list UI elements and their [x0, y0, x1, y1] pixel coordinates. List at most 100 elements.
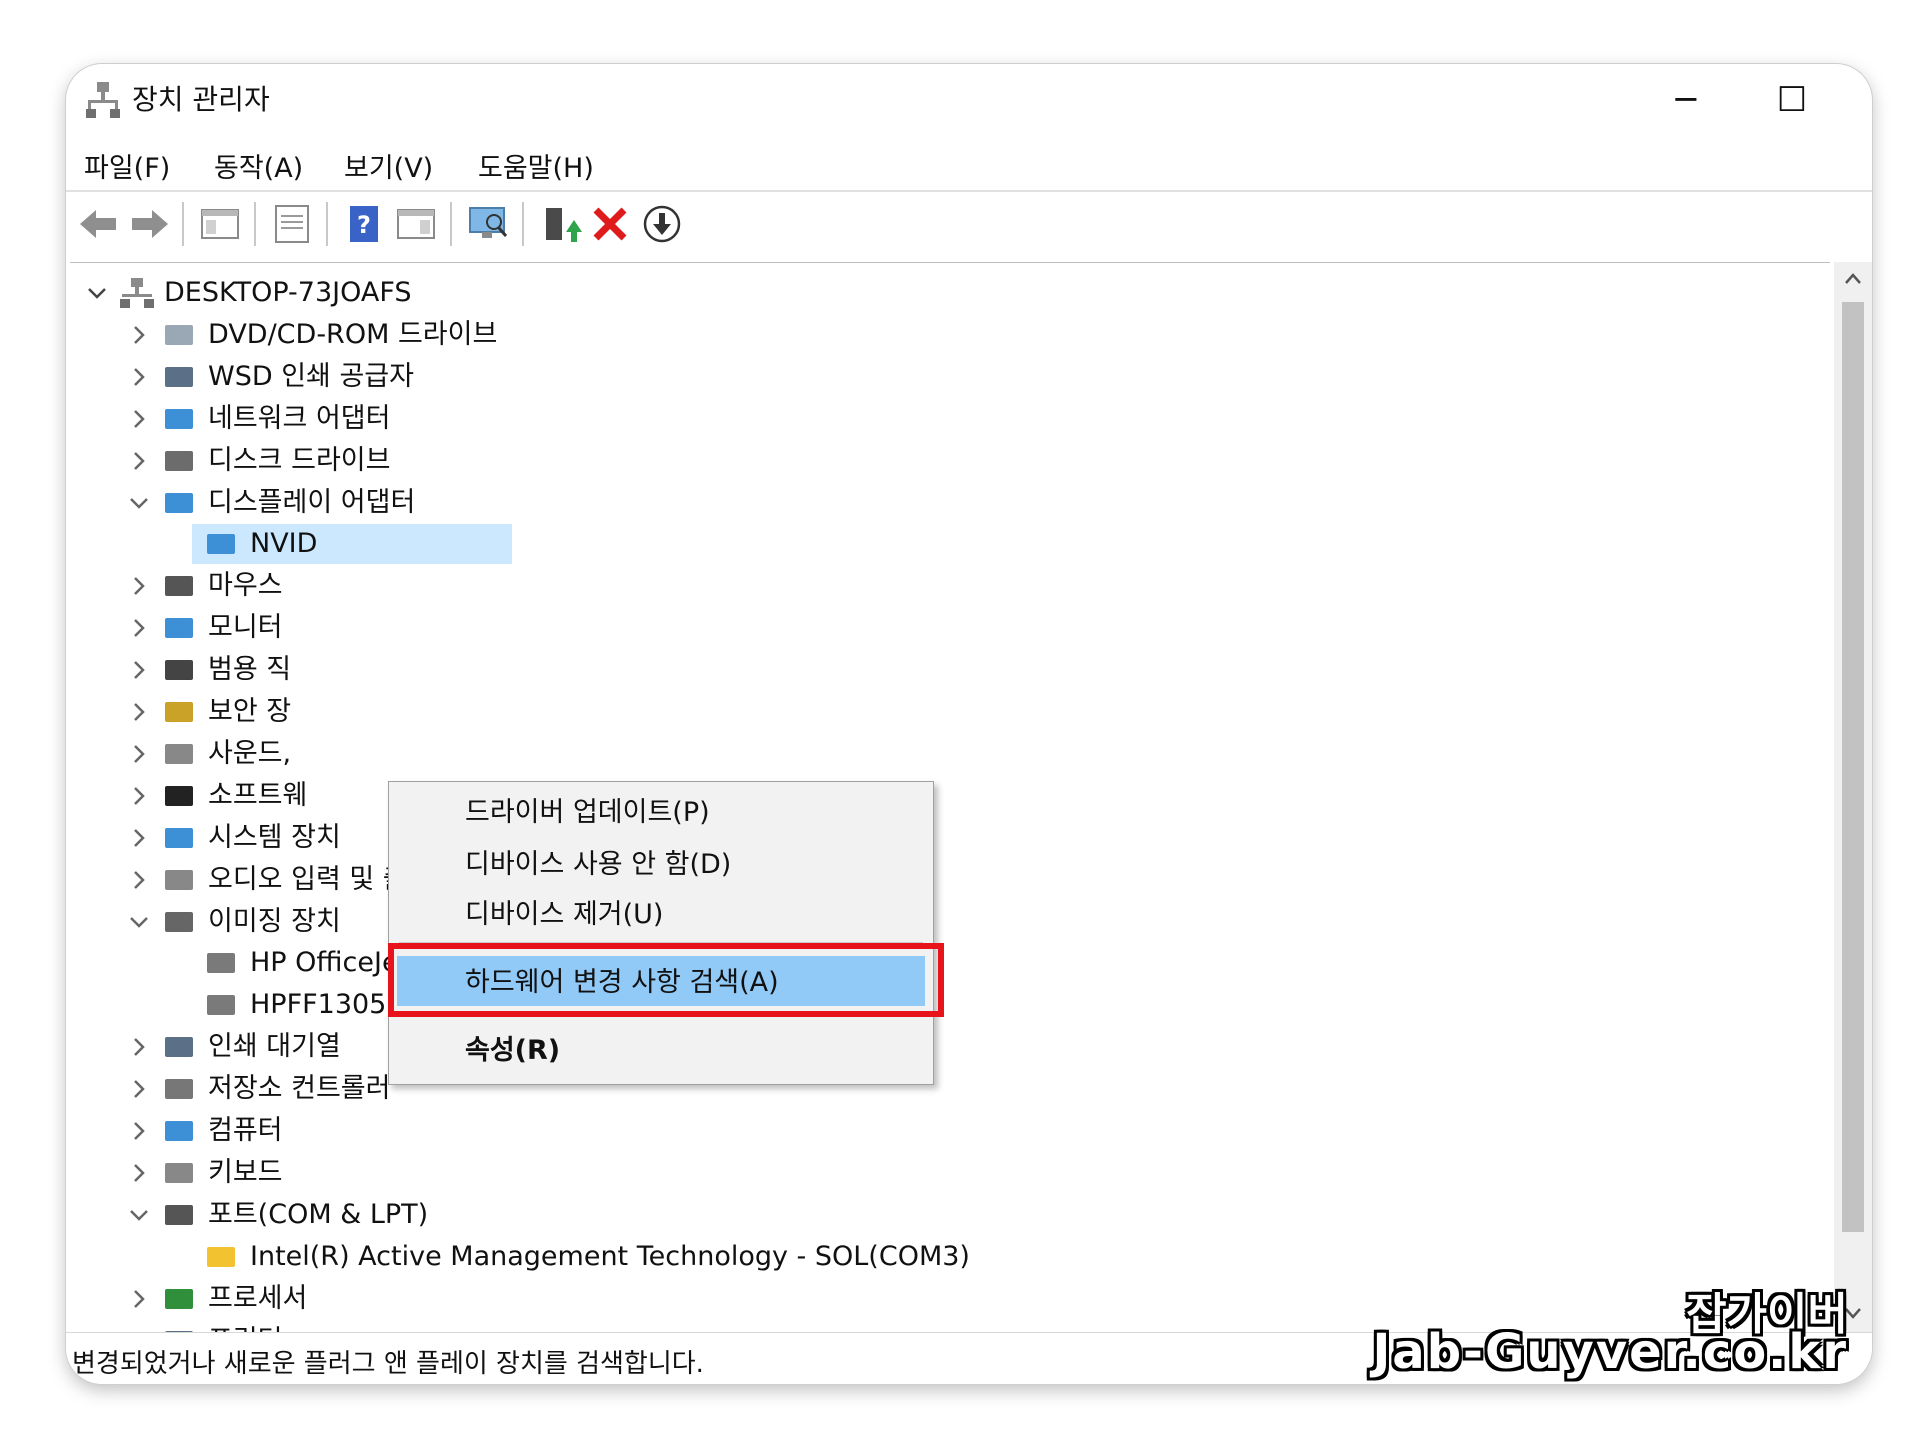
chevron-right-icon[interactable] — [128, 869, 150, 891]
tree-category[interactable]: 보안 장 — [80, 692, 780, 732]
scan-hardware-icon[interactable] — [466, 202, 510, 246]
annotation-red-box — [388, 943, 944, 1017]
back-arrow-icon[interactable] — [76, 202, 120, 246]
tree-category[interactable]: 범용 직 — [80, 650, 780, 690]
watermark-url: Jab-Guyver.co.kr — [1372, 1324, 1848, 1380]
chevron-right-icon[interactable] — [128, 617, 150, 639]
context-menu: 드라이버 업데이트(P) 디바이스 사용 안 함(D) 디바이스 제거(U) 하… — [388, 781, 934, 1085]
selected-row-highlight — [192, 524, 512, 565]
tree-category[interactable]: 모니터 — [80, 608, 780, 648]
device-category-icon — [165, 660, 193, 681]
device-icon — [207, 953, 235, 974]
chevron-right-icon[interactable] — [128, 1120, 150, 1142]
tree-category-label: 마우스 — [208, 570, 283, 602]
chevron-right-icon[interactable] — [128, 575, 150, 597]
svg-text:?: ? — [357, 211, 371, 239]
close-button[interactable]: ✕ — [1868, 76, 1872, 124]
device-manager-window: 장치 관리자 ─ ☐ ✕ 파일(F) 동작(A) 보기(V) 도움말(H) — [66, 64, 1872, 1384]
menu-action[interactable]: 동작(A) — [214, 146, 303, 185]
tree-device-label: Intel(R) Active Management Technology - … — [250, 1240, 970, 1272]
tree-category[interactable]: 포트(COM & LPT) — [80, 1195, 780, 1235]
chevron-right-icon[interactable] — [128, 1162, 150, 1184]
tree-category-label: 프로세서 — [208, 1282, 308, 1314]
forward-arrow-icon[interactable] — [128, 202, 172, 246]
chevron-right-icon[interactable] — [128, 785, 150, 807]
device-icon — [207, 534, 235, 555]
chevron-right-icon[interactable] — [128, 1078, 150, 1100]
menu-view[interactable]: 보기(V) — [344, 146, 433, 185]
show-hide-console-tree-icon[interactable] — [198, 202, 242, 246]
tree-device[interactable]: Intel(R) Active Management Technology - … — [80, 1237, 980, 1277]
minimize-button[interactable]: ─ — [1656, 76, 1716, 124]
tree-category-label: DVD/CD-ROM 드라이브 — [208, 318, 498, 350]
device-category-icon — [165, 785, 193, 806]
tree-category[interactable]: 디스플레이 어댑터 — [80, 483, 780, 523]
device-category-icon — [165, 827, 193, 848]
device-category-icon — [165, 1079, 193, 1100]
computer-tree-icon — [120, 278, 154, 308]
tree-root[interactable]: DESKTOP-73JOAFS — [80, 273, 780, 313]
help-icon[interactable]: ? — [342, 202, 386, 246]
tree-category[interactable]: 네트워크 어댑터 — [80, 399, 780, 439]
tree-category-label: WSD 인쇄 공급자 — [208, 360, 414, 392]
menu-file[interactable]: 파일(F) — [84, 146, 170, 185]
device-category-icon — [165, 911, 193, 932]
device-category-icon — [165, 869, 193, 890]
tree-category-label: 보안 장 — [208, 696, 292, 727]
toolbar-separator — [182, 202, 184, 246]
device-category-icon — [165, 702, 193, 722]
context-update-driver[interactable]: 드라이버 업데이트(P) — [465, 790, 710, 829]
device-category-icon — [165, 1162, 193, 1183]
tree-category[interactable]: 프로세서 — [80, 1279, 780, 1319]
update-driver-icon[interactable] — [538, 202, 582, 246]
tree-category-label: 포트(COM & LPT) — [208, 1198, 429, 1230]
tree-category[interactable]: 마우스 — [80, 566, 780, 606]
device-category-icon — [165, 576, 193, 597]
action-pane-icon[interactable] — [394, 202, 438, 246]
device-category-icon — [165, 1204, 193, 1225]
device-icon — [207, 995, 235, 1016]
device-category-icon — [165, 324, 193, 345]
device-tree[interactable]: DESKTOP-73JOAFS DVD/CD-ROM 드라이브 WSD 인쇄 공급… — [70, 262, 1830, 1333]
chevron-right-icon[interactable] — [128, 659, 150, 681]
download-driver-icon[interactable] — [640, 202, 684, 246]
chevron-down-icon[interactable] — [128, 492, 150, 514]
chevron-right-icon[interactable] — [128, 366, 150, 388]
device-manager-icon — [86, 82, 120, 118]
chevron-right-icon[interactable] — [128, 743, 150, 765]
tree-category-label: 인쇄 대기열 — [208, 1031, 341, 1063]
chevron-right-icon[interactable] — [128, 408, 150, 430]
chevron-down-icon[interactable] — [86, 282, 108, 304]
tree-category-label: 이미징 장치 — [208, 905, 341, 937]
chevron-down-icon[interactable] — [128, 911, 150, 933]
tree-category-label: 모니터 — [208, 612, 283, 644]
tree-category[interactable]: DVD/CD-ROM 드라이브 — [80, 315, 780, 355]
title-bar[interactable]: 장치 관리자 ─ ☐ ✕ — [66, 64, 1872, 136]
device-category-icon — [165, 1037, 193, 1058]
vertical-scrollbar[interactable] — [1834, 262, 1872, 1332]
status-text: 변경되었거나 새로운 플러그 앤 플레이 장치를 검색합니다. — [72, 1349, 704, 1379]
menu-help[interactable]: 도움말(H) — [478, 146, 594, 185]
context-uninstall-device[interactable]: 디바이스 제거(U) — [465, 892, 663, 931]
chevron-right-icon[interactable] — [128, 827, 150, 849]
tree-device[interactable]: NVID — [80, 524, 980, 565]
tree-category[interactable]: 디스크 드라이브 — [80, 441, 780, 481]
chevron-right-icon[interactable] — [128, 324, 150, 346]
chevron-right-icon[interactable] — [128, 450, 150, 472]
chevron-right-icon[interactable] — [128, 701, 150, 723]
context-disable-device[interactable]: 디바이스 사용 안 함(D) — [465, 842, 731, 881]
chevron-down-icon[interactable] — [128, 1204, 150, 1226]
tree-category[interactable]: 사운드, — [80, 734, 780, 774]
device-category-icon — [165, 618, 193, 639]
maximize-button[interactable]: ☐ — [1762, 76, 1822, 124]
uninstall-device-icon[interactable] — [588, 202, 632, 246]
tree-category[interactable]: 키보드 — [80, 1153, 780, 1193]
scroll-up-icon[interactable] — [1844, 270, 1862, 288]
tree-category[interactable]: WSD 인쇄 공급자 — [80, 357, 780, 397]
chevron-right-icon[interactable] — [128, 1036, 150, 1058]
properties-icon[interactable] — [270, 202, 314, 246]
tree-category[interactable]: 컴퓨터 — [80, 1111, 780, 1151]
scrollbar-thumb[interactable] — [1842, 302, 1864, 1232]
context-properties[interactable]: 속성(R) — [465, 1028, 560, 1067]
chevron-right-icon[interactable] — [128, 1288, 150, 1310]
